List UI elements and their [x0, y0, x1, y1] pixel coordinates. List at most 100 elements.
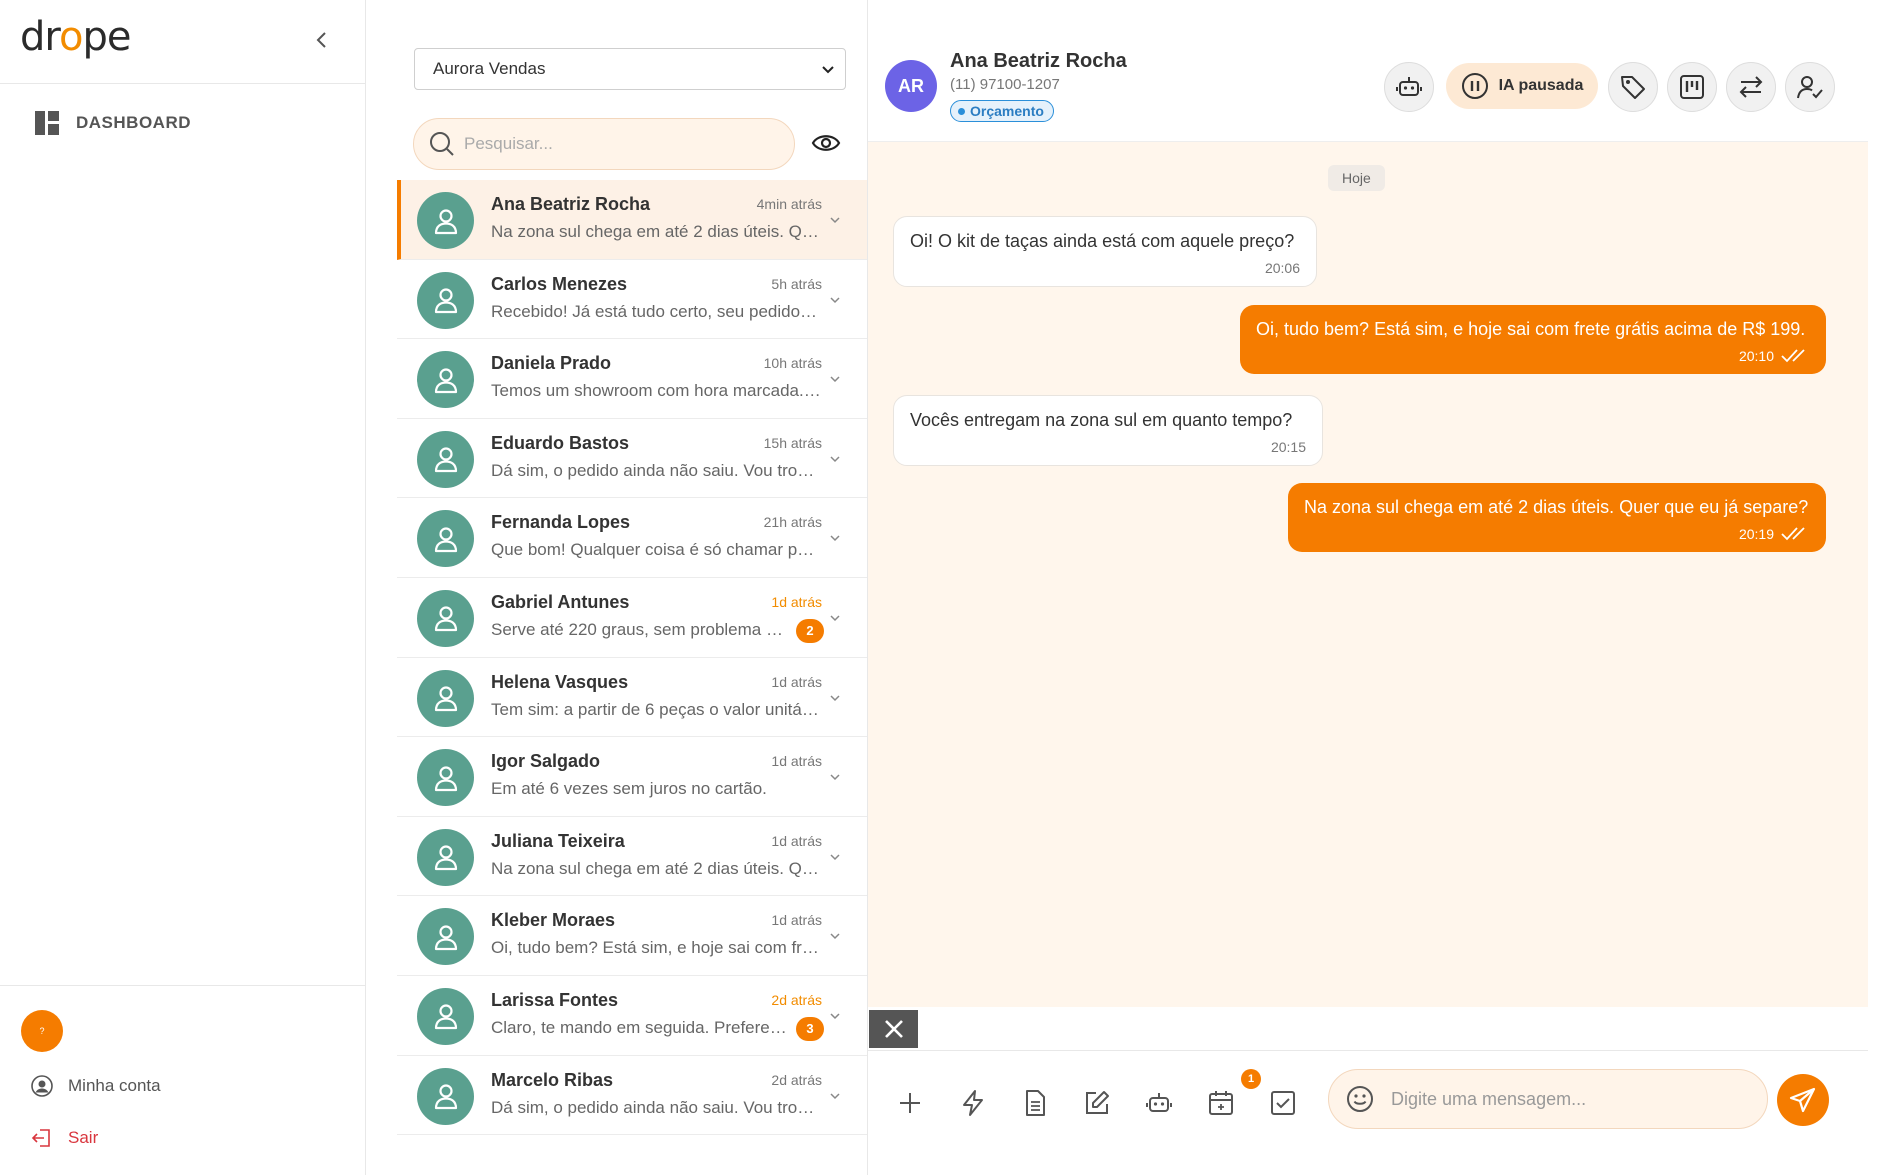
- send-button[interactable]: [1777, 1074, 1829, 1126]
- conversation-item[interactable]: Eduardo Bastos 15h atrás Dá sim, o pedido …: [397, 419, 867, 499]
- conversation-menu-toggle[interactable]: [829, 214, 841, 226]
- emoji-icon[interactable]: [1345, 1084, 1375, 1114]
- tag-button[interactable]: [1608, 62, 1658, 112]
- visibility-toggle[interactable]: [811, 130, 841, 156]
- conversation-preview: Na zona sul chega em até 2 dias úteis. Q…: [491, 222, 821, 241]
- conversation-preview: Dá sim, o pedido ainda não saiu. Vou tro…: [491, 460, 821, 480]
- collapse-sidebar-button[interactable]: [312, 28, 332, 52]
- message-input-box: [1328, 1069, 1768, 1129]
- bot-flow-button[interactable]: [1145, 1089, 1173, 1117]
- logout-link[interactable]: Sair: [30, 1126, 98, 1150]
- bot-button[interactable]: [1384, 62, 1434, 112]
- message-incoming: Vocês entregam na zona sul em quanto tem…: [893, 395, 1323, 466]
- conversation-item[interactable]: Marcelo Ribas 2d atrás Dá sim, o pedido ai…: [397, 1056, 867, 1136]
- conversation-preview: Serve até 220 graus, sem problema nenhum…: [491, 619, 791, 639]
- contact-avatar: [417, 749, 474, 807]
- conversation-list-panel: Aurora Vendas Ana Beatriz Rocha 4min atrá…: [397, 0, 867, 1175]
- conversation-item[interactable]: Juliana Teixeira 1d atrás Na zona sul cheg…: [397, 817, 867, 897]
- dashboard-icon: [35, 111, 59, 135]
- add-attachment-button[interactable]: [896, 1089, 924, 1117]
- contact-tag-badge[interactable]: Orçamento: [950, 100, 1054, 122]
- document-button[interactable]: [1021, 1089, 1049, 1117]
- contact-name: Ana Beatriz Rocha: [950, 50, 1127, 72]
- conversation-preview: Claro, te mando em seguida. Prefere por …: [491, 1017, 791, 1037]
- double-check-icon: [1781, 527, 1805, 541]
- my-account-link[interactable]: Minha conta: [30, 1074, 161, 1098]
- conversation-menu-toggle[interactable]: [829, 771, 841, 783]
- sidebar: drope DASHBOARD ? Minha conta Sair: [0, 0, 366, 1175]
- conversation-menu-toggle[interactable]: [829, 612, 841, 624]
- conversation-menu-toggle[interactable]: [829, 930, 841, 942]
- contact-avatar: [417, 351, 474, 409]
- conversation-name: Eduardo Bastos: [491, 432, 630, 453]
- conversation-item[interactable]: Larissa Fontes 2d atrás Claro, te mando em…: [397, 976, 867, 1056]
- conversation-preview: Tem sim: a partir de 6 peças o valor uni…: [491, 699, 821, 719]
- conversation-menu-toggle[interactable]: [829, 692, 841, 704]
- note-button[interactable]: [1083, 1089, 1111, 1117]
- conversation-menu-toggle[interactable]: [829, 373, 841, 385]
- search-box: [413, 118, 795, 170]
- user-avatar[interactable]: ?: [21, 1010, 63, 1052]
- message-outgoing: Na zona sul chega em até 2 dias úteis. Q…: [1288, 483, 1826, 552]
- conversation-item[interactable]: Carlos Menezes 5h atrás Recebido! Já está …: [397, 260, 867, 340]
- contact-avatar: [417, 271, 474, 329]
- chevron-down-icon: [830, 297, 840, 303]
- conversation-time: 1d atrás: [771, 753, 822, 770]
- contact-avatar: [417, 589, 474, 647]
- conversation-item[interactable]: Helena Vasques 1d atrás Tem sim: a partir …: [397, 658, 867, 738]
- day-separator: Hoje: [1328, 165, 1385, 191]
- transfer-button[interactable]: [1726, 62, 1776, 112]
- conversation-time: 1d atrás: [771, 912, 822, 929]
- message-input[interactable]: [1391, 1088, 1751, 1110]
- user-icon: [434, 527, 457, 552]
- contact-avatar: [417, 987, 474, 1045]
- contact-avatar: [417, 510, 474, 568]
- ia-status-button[interactable]: IA pausada: [1446, 63, 1598, 109]
- robot-icon: [1146, 1093, 1172, 1112]
- conversation-preview: Na zona sul chega em até 2 dias úteis. Q…: [491, 858, 821, 878]
- user-icon: [434, 208, 457, 234]
- task-button[interactable]: [1269, 1089, 1297, 1117]
- conversation-item[interactable]: Gabriel Antunes 1d atrás Serve até 220 gra…: [397, 578, 867, 658]
- conversation-time: 21h atrás: [763, 514, 822, 531]
- conversation-item[interactable]: Fernanda Lopes 21h atrás Que bom! Qualquer…: [397, 498, 867, 578]
- conversation-menu-toggle[interactable]: [829, 1090, 841, 1102]
- conversation-time: 5h atrás: [771, 275, 822, 292]
- edit-icon: [1086, 1091, 1109, 1114]
- conversation-preview: Oi, tudo bem? Está sim, e hoje sai com f…: [491, 938, 821, 958]
- chevron-left-icon: [316, 32, 326, 48]
- sidebar-item-dashboard[interactable]: DASHBOARD: [34, 110, 191, 136]
- account-select[interactable]: Aurora Vendas: [414, 48, 846, 90]
- close-panel-button[interactable]: [869, 1010, 918, 1048]
- user-icon: [434, 606, 457, 632]
- user-icon: [434, 766, 457, 791]
- user-check-icon: [1797, 76, 1823, 99]
- schedule-button[interactable]: [1207, 1089, 1235, 1117]
- pause-icon: [1461, 73, 1488, 99]
- conversation-menu-toggle[interactable]: [829, 294, 841, 306]
- conversation-item[interactable]: Igor Salgado 1d atrás Em até 6 vezes sem j…: [397, 737, 867, 817]
- kanban-button[interactable]: [1667, 62, 1717, 112]
- logout-icon: [31, 1129, 50, 1147]
- conversation-menu-toggle[interactable]: [829, 532, 841, 544]
- conversation-menu-toggle[interactable]: [829, 851, 841, 863]
- user-icon: [434, 368, 457, 393]
- assign-user-button[interactable]: [1785, 62, 1835, 112]
- chevron-down-icon: [830, 615, 840, 622]
- chevron-down-icon: [830, 933, 840, 940]
- conversation-item[interactable]: Daniela Prado 10h atrás Temos um showroom …: [397, 339, 867, 419]
- conversation-item[interactable]: Kleber Moraes 1d atrás Oi, tudo bem? Está …: [397, 896, 867, 976]
- conversation-name: Ana Beatriz Rocha: [491, 194, 651, 214]
- sidebar-footer: ? Minha conta Sair: [0, 985, 366, 1175]
- conversation-name: Carlos Menezes: [491, 273, 628, 294]
- conversation-item[interactable]: Ana Beatriz Rocha 4min atrás Na zona sul c…: [397, 180, 867, 260]
- conversation-menu-toggle[interactable]: [829, 1010, 841, 1022]
- contact-avatar: [417, 669, 474, 727]
- user-icon: [434, 1004, 457, 1030]
- quick-reply-button[interactable]: [959, 1089, 987, 1117]
- conversation-menu-toggle[interactable]: [829, 453, 841, 465]
- lightning-icon: [963, 1090, 983, 1116]
- search-input[interactable]: [464, 134, 764, 154]
- conversation-name: Helena Vasques: [491, 671, 629, 692]
- contact-avatar: [417, 908, 474, 966]
